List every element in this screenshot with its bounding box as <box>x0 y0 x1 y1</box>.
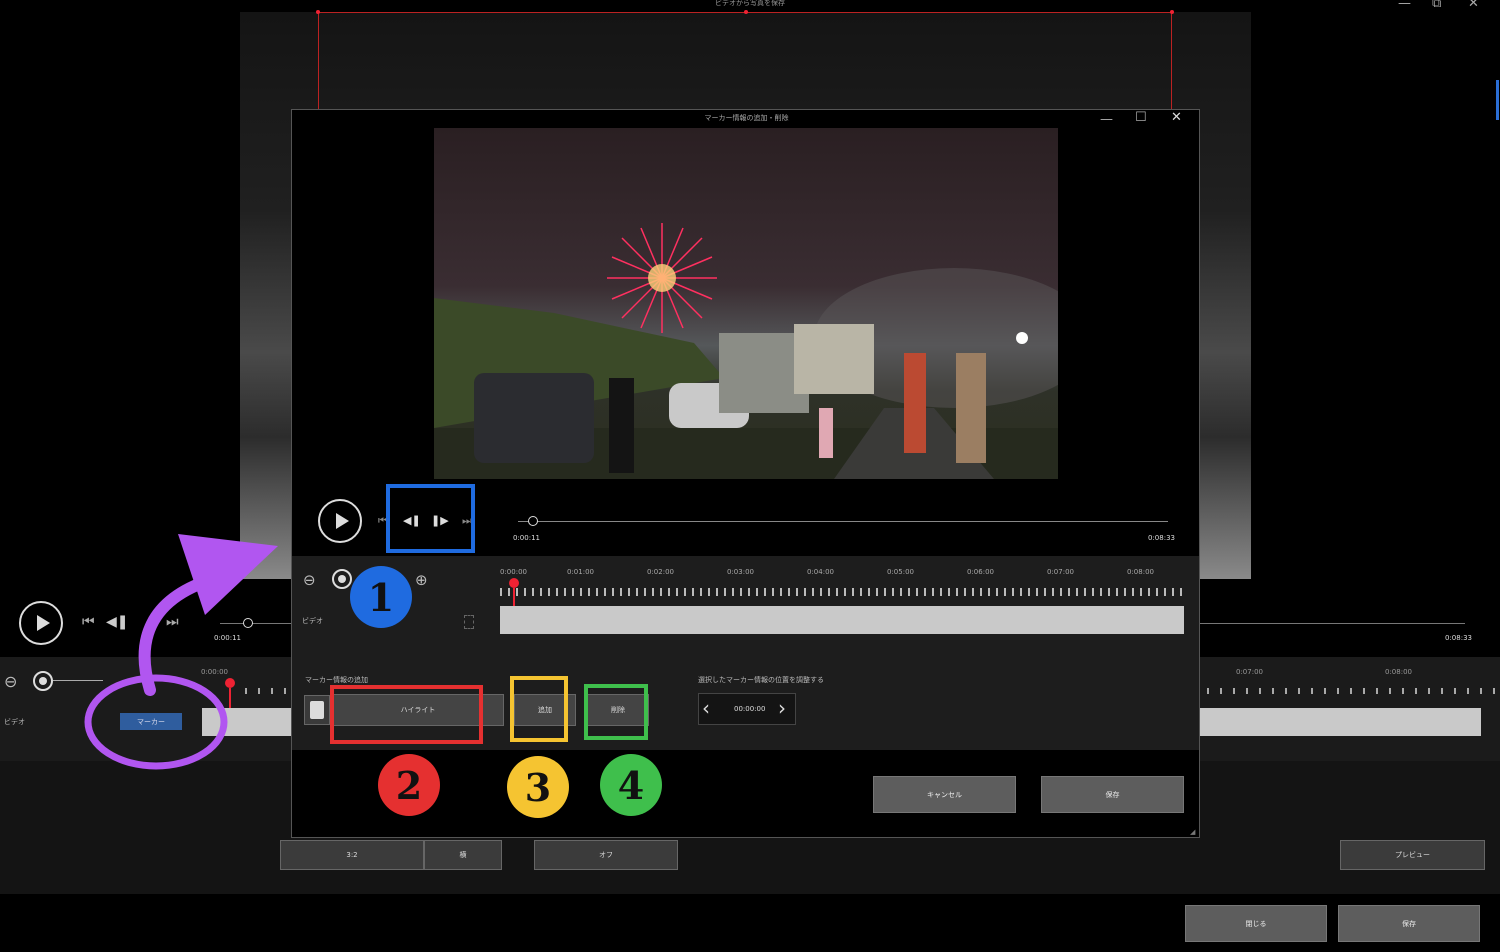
annotation-overlay <box>84 534 278 770</box>
annotation-ellipse-purple <box>84 674 228 770</box>
annotation-arrow-head <box>178 534 278 615</box>
